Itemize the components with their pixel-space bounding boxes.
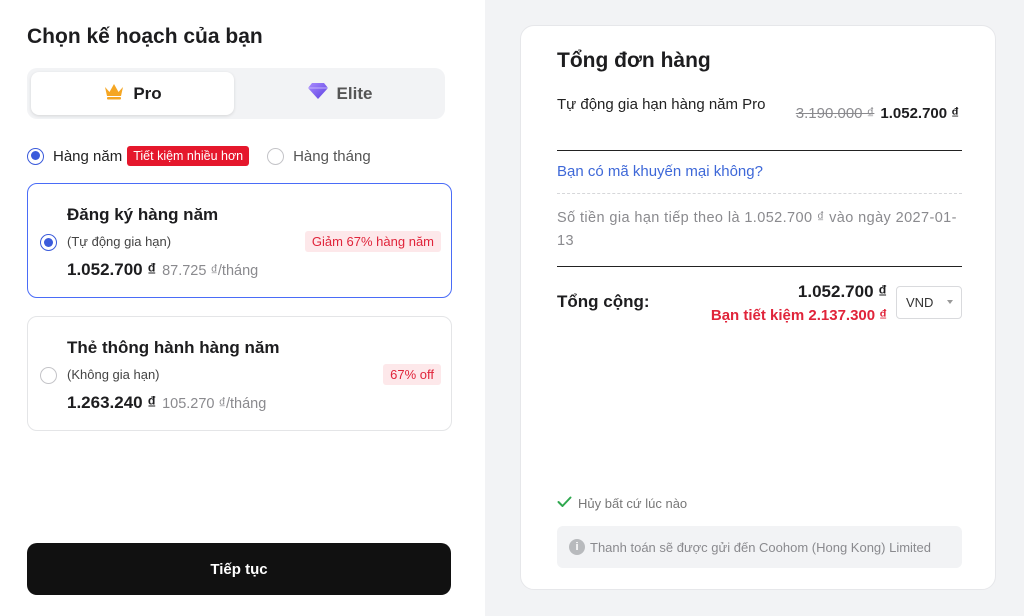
card-title: Thẻ thông hành hàng năm xyxy=(67,338,280,357)
payment-note-text: Thanh toán sẽ được gửi đến Coohom (Hong … xyxy=(590,539,932,555)
check-icon xyxy=(557,496,572,511)
tab-pro[interactable]: Pro xyxy=(31,72,234,115)
card-price: 1.263.240 ₫ xyxy=(67,393,157,412)
annual-label[interactable]: Hàng năm xyxy=(53,148,122,165)
order-summary-card: Tổng đơn hàng Tự động gia hạn hàng năm P… xyxy=(520,25,996,590)
dashed-divider xyxy=(557,193,962,194)
divider xyxy=(557,150,962,151)
page-title: Chọn kế hoạch của bạn xyxy=(27,25,263,48)
plan-selection-panel: Chọn kế hoạch của bạn Pro Elite Hàng năm… xyxy=(0,0,485,616)
save-more-badge: Tiết kiệm nhiều hơn xyxy=(127,146,250,166)
promo-code-link[interactable]: Bạn có mã khuyến mại không? xyxy=(557,163,763,180)
discount-badge: Giảm 67% hàng năm xyxy=(304,231,441,252)
annual-radio[interactable] xyxy=(27,147,44,165)
monthly-radio[interactable] xyxy=(267,147,285,165)
card-title: Đăng ký hàng năm xyxy=(67,205,219,224)
card-price-row: 1.263.240 ₫ 105.270 ₫/tháng xyxy=(67,393,266,413)
cancel-anytime-row: Hủy bất cứ lúc nào xyxy=(557,496,687,511)
chevron-down-icon xyxy=(947,300,953,304)
tab-elite-label: Elite xyxy=(336,83,373,103)
currency-value: VND xyxy=(906,295,934,310)
card-subtitle: (Tự động gia hạn) xyxy=(67,234,172,249)
total-label: Tổng cộng: xyxy=(557,292,650,311)
card-price-row: 1.052.700 ₫ 87.725 ₫/tháng xyxy=(67,260,258,280)
discounted-price: 1.052.700 ₫ xyxy=(880,105,959,122)
divider xyxy=(557,266,962,267)
tab-elite[interactable]: Elite xyxy=(238,72,441,115)
plan-tabs: Pro Elite xyxy=(27,68,445,119)
discount-badge: 67% off xyxy=(383,364,441,385)
monthly-label[interactable]: Hàng tháng xyxy=(293,148,371,165)
total-amount: 1.052.700 ₫ xyxy=(797,282,887,301)
continue-button[interactable]: Tiếp tục xyxy=(27,543,451,595)
currency-select[interactable]: VND xyxy=(896,286,962,319)
card-radio[interactable] xyxy=(40,367,57,384)
original-price: 3.190.000 ₫ xyxy=(795,105,875,122)
plan-card-annual-subscription[interactable]: Đăng ký hàng năm (Tự động gia hạn) Giảm … xyxy=(27,183,452,298)
monthly-option[interactable]: Hàng tháng xyxy=(267,147,371,165)
card-price-per-month: 87.725 ₫/tháng xyxy=(162,263,259,279)
card-subtitle: (Không gia hạn) xyxy=(67,367,160,382)
saving-amount: Bạn tiết kiệm 2.137.300 ₫ xyxy=(710,307,887,324)
info-icon: i xyxy=(569,539,585,555)
summary-title: Tổng đơn hàng xyxy=(557,49,711,72)
crown-icon xyxy=(103,82,125,105)
cancel-anytime-text: Hủy bất cứ lúc nào xyxy=(578,496,688,511)
card-price: 1.052.700 ₫ xyxy=(67,260,157,279)
card-radio[interactable] xyxy=(40,234,57,251)
order-summary-panel: Tổng đơn hàng Tự động gia hạn hàng năm P… xyxy=(485,0,1024,616)
diamond-icon xyxy=(307,82,329,105)
plan-card-annual-pass[interactable]: Thẻ thông hành hàng năm (Không gia hạn) … xyxy=(27,316,452,431)
tab-pro-label: Pro xyxy=(133,83,162,103)
card-price-per-month: 105.270 ₫/tháng xyxy=(162,396,267,412)
renewal-note: Số tiền gia hạn tiếp theo là 1.052.700 ₫… xyxy=(557,210,957,249)
order-item-prices: 3.190.000 ₫ 1.052.700 ₫ xyxy=(796,105,959,122)
payment-note: i Thanh toán sẽ được gửi đến Coohom (Hon… xyxy=(557,526,962,568)
order-item-description: Tự động gia hạn hàng năm Pro xyxy=(557,96,766,113)
billing-period-selector: Hàng năm Tiết kiệm nhiều hơn Hàng tháng xyxy=(27,144,371,168)
